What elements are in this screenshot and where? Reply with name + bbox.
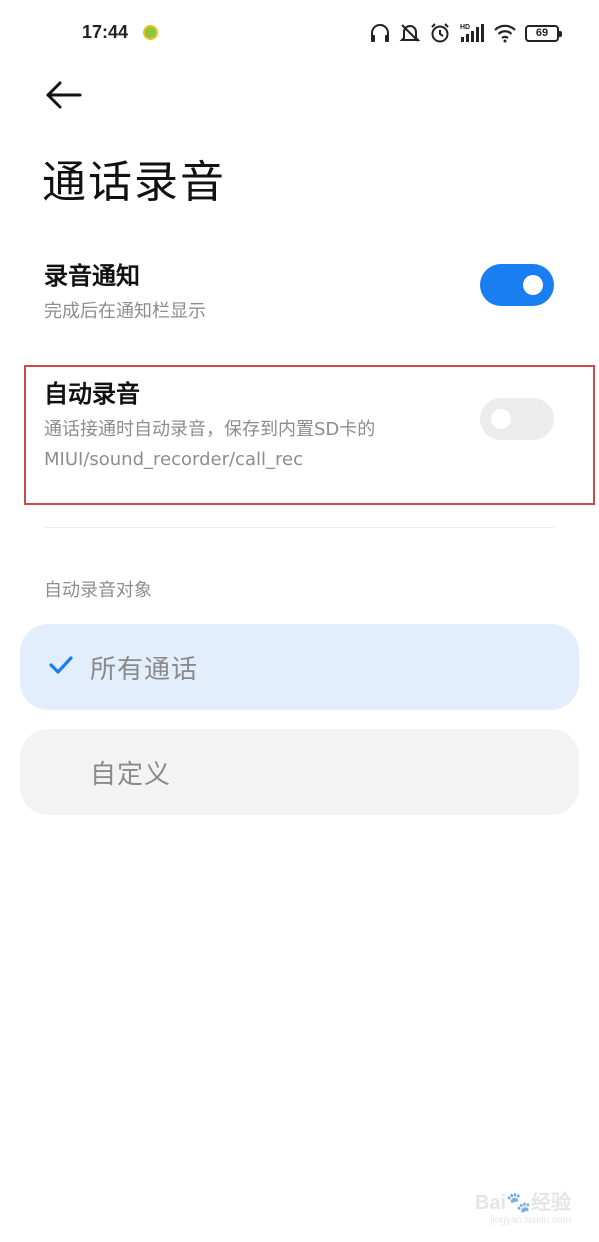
wifi-icon xyxy=(494,24,516,43)
mute-bell-icon xyxy=(399,24,421,42)
auto-record-title: 自动录音 xyxy=(44,380,140,408)
battery-icon: 69 xyxy=(525,24,562,42)
app-notification-icon xyxy=(143,25,158,40)
option-all-calls[interactable]: 所有通话 xyxy=(20,624,579,710)
checkmark-icon xyxy=(49,656,73,674)
recording-notification-description: 完成后在通知栏显示 xyxy=(44,301,206,322)
auto-record-description-line2: MIUI/sound_recorder/call_rec xyxy=(44,449,303,470)
auto-record-target-label: 自动录音对象 xyxy=(44,580,152,601)
back-arrow-icon xyxy=(46,81,82,109)
watermark-logo-suffix: 经验 xyxy=(531,1192,571,1214)
headphones-icon xyxy=(371,24,389,42)
alarm-icon xyxy=(431,23,449,43)
watermark-url: jingyan.baidu.com xyxy=(490,1215,571,1226)
option-custom-label: 自定义 xyxy=(90,759,172,790)
paw-icon: 🐾 xyxy=(506,1192,531,1214)
watermark-logo-text: Bai xyxy=(474,1192,507,1214)
baidu-watermark: Bai🐾经验 jingyan.baidu.com xyxy=(475,1186,571,1226)
back-button[interactable] xyxy=(44,78,86,112)
page-title: 通话录音 xyxy=(42,157,226,208)
auto-record-description: 通话接通时自动录音，保存到内置SD卡的 MIUI/sound_recorder/… xyxy=(44,415,556,475)
status-icons: HD 69 xyxy=(369,18,562,48)
option-all-calls-label: 所有通话 xyxy=(90,654,199,685)
option-custom[interactable]: 自定义 xyxy=(20,729,579,815)
call-recording-settings-screen: 17:44 HD 69 通话录音 录音通知 完成后在通知栏显示 自动录音 通话接… xyxy=(0,0,599,1242)
svg-text:HD: HD xyxy=(460,24,470,31)
signal-icon: HD xyxy=(460,24,484,42)
divider xyxy=(44,527,554,528)
status-clock: 17:44 xyxy=(82,22,129,42)
toggle-knob xyxy=(491,409,511,429)
watermark-logo: Bai🐾经验 xyxy=(475,1186,571,1215)
toggle-knob xyxy=(523,275,543,295)
auto-record-toggle[interactable] xyxy=(480,398,554,440)
auto-record-row[interactable]: 自动录音 通话接通时自动录音，保存到内置SD卡的 MIUI/sound_reco… xyxy=(44,374,556,475)
recording-notification-toggle[interactable] xyxy=(480,264,554,306)
recording-notification-row[interactable]: 录音通知 完成后在通知栏显示 xyxy=(44,256,556,327)
status-bar: 17:44 HD 69 xyxy=(0,0,599,66)
